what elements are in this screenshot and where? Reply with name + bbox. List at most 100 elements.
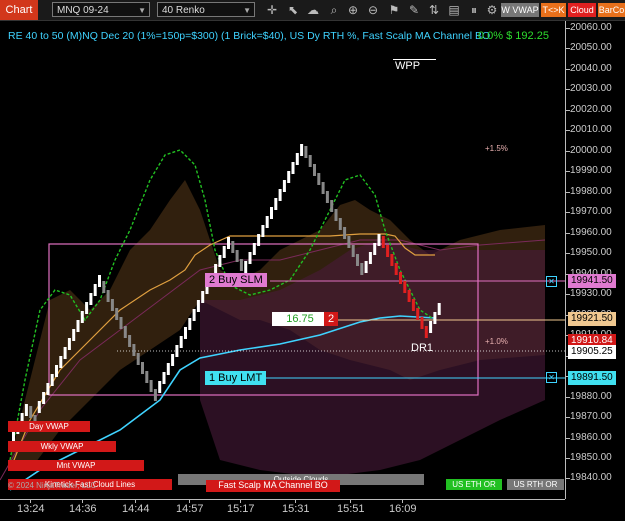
price-tick-label: 19880.00 — [570, 391, 612, 402]
renko-brick — [420, 317, 424, 329]
renko-brick — [59, 356, 63, 368]
renko-brick — [325, 191, 329, 203]
instrument-selector[interactable]: MNQ 09-24 ▼ — [52, 2, 150, 17]
renko-brick — [364, 261, 368, 273]
chart-plot-area[interactable]: RE 40 to 50 (M)NQ Dec 20 (1%=150p=$300) … — [0, 21, 565, 499]
renko-brick — [252, 243, 256, 255]
strategy-icon[interactable]: ⚑ — [386, 2, 402, 18]
renko-brick — [63, 347, 67, 359]
renko-brick — [360, 263, 364, 275]
renko-brick — [261, 225, 265, 237]
price-tick-label: 19870.00 — [570, 411, 612, 422]
time-tick-label: 14:57 — [176, 503, 204, 515]
renko-brick — [403, 281, 407, 293]
renko-brick — [330, 200, 334, 212]
renko-brick — [188, 318, 192, 330]
tk-button[interactable]: T<>K — [541, 3, 566, 17]
renko-brick — [158, 381, 162, 393]
buy-slm-order[interactable]: 2 Buy SLM — [205, 273, 267, 287]
price-marker-label: 19941.50 — [568, 274, 616, 288]
buy-lmt-order[interactable]: 1 Buy LMT — [205, 371, 267, 385]
renko-brick — [184, 327, 187, 339]
renko-brick — [106, 290, 110, 302]
time-tick-label: 15:51 — [337, 503, 365, 515]
price-tick-label: 19970.00 — [570, 206, 612, 217]
renko-brick — [291, 162, 295, 174]
chart-toolbar: Chart MNQ 09-24 ▼ 40 Renko ▼ ✛ ⬉ ☁ ⌕ ⊕ ⊖ ⚑… — [0, 0, 625, 21]
price-tick-label: 19840.00 — [570, 472, 612, 483]
copyright-text: © 2024 NinjaTrader, LLC — [8, 481, 97, 490]
mnt-vwap-bar: Mnt VWAP — [8, 460, 144, 471]
price-tick-label: 20020.00 — [570, 104, 612, 115]
renko-brick — [145, 371, 149, 383]
renko-brick — [218, 255, 222, 267]
pct-lower-label: +1.0% — [485, 337, 508, 346]
renko-brick — [80, 311, 84, 323]
renko-brick — [265, 216, 269, 228]
renko-brick — [179, 336, 183, 348]
us-eth-or-bar: US ETH OR — [446, 479, 502, 490]
renko-brick — [433, 312, 437, 324]
renko-brick — [278, 189, 282, 201]
renko-brick — [235, 250, 239, 262]
barco-button[interactable]: BarCo — [598, 3, 625, 17]
drawing-tools-icon[interactable]: ✎ — [406, 2, 422, 18]
time-tick-label: 14:36 — [69, 503, 97, 515]
wkly-vwap-bar: Wkly VWAP — [8, 441, 116, 452]
close-order-icon[interactable]: ✕ — [546, 372, 557, 383]
renko-brick — [89, 293, 93, 305]
renko-brick — [67, 338, 71, 350]
renko-brick — [270, 207, 273, 219]
renko-brick — [308, 155, 312, 167]
price-tick-label: 20060.00 — [570, 22, 612, 33]
price-tick-label: 20050.00 — [570, 42, 612, 53]
crosshair-icon[interactable]: ✛ — [264, 2, 280, 18]
renko-brick — [162, 372, 166, 384]
price-tick-label: 20040.00 — [570, 63, 612, 74]
pause-icon[interactable]: ⏸ — [466, 2, 482, 18]
renko-brick — [313, 164, 316, 176]
renko-brick — [429, 321, 433, 333]
zoom-in-icon[interactable]: ⊕ — [345, 2, 361, 18]
close-order-icon[interactable]: ✕ — [546, 276, 557, 287]
interval-selector[interactable]: 40 Renko ▼ — [157, 2, 255, 17]
renko-brick — [248, 252, 252, 264]
wpp-label: WPP — [395, 60, 421, 72]
renko-brick — [85, 302, 89, 314]
indicators-icon[interactable]: ⇅ — [426, 2, 442, 18]
cloud-button[interactable]: Cloud — [568, 3, 596, 17]
renko-brick — [93, 284, 97, 296]
interval-value: 40 Renko — [162, 5, 205, 16]
renko-brick — [222, 246, 226, 258]
time-axis[interactable]: 13:24 14:36 14:44 14:57 15:17 15:31 15:51 16:09 — [0, 499, 565, 521]
renko-brick — [110, 299, 114, 311]
price-tick-label: 19850.00 — [570, 452, 612, 463]
renko-brick — [128, 335, 132, 347]
chart-title: RE 40 to 50 (M)NQ Dec 20 (1%=150p=$300) … — [8, 30, 491, 42]
renko-brick — [399, 272, 402, 284]
renko-brick — [115, 308, 119, 320]
cursor-icon[interactable]: ⬉ — [285, 2, 301, 18]
chart-tab[interactable]: Chart — [0, 0, 38, 20]
settings-icon[interactable]: ⚙ — [484, 2, 500, 18]
vwap-button[interactable]: W VWAP — [501, 3, 539, 17]
data-box-icon[interactable]: ▤ — [446, 2, 462, 18]
renko-brick — [411, 299, 415, 311]
order-qty-box[interactable]: 2 — [324, 312, 339, 326]
dr1-label: DR1 — [411, 342, 434, 354]
renko-brick — [295, 153, 299, 165]
renko-brick — [42, 392, 46, 404]
renko-brick — [437, 303, 441, 315]
renko-brick — [132, 344, 136, 356]
price-marker-label: 19921.50 — [568, 312, 616, 326]
zoom-out-icon[interactable]: ⊖ — [365, 2, 381, 18]
magnify-icon[interactable]: ⌕ — [326, 2, 342, 18]
price-axis[interactable]: 20060.00 20050.00 20040.00 20030.00 20020.00… — [565, 21, 625, 499]
price-tick-label: 20030.00 — [570, 83, 612, 94]
cloud-up-icon[interactable]: ☁ — [305, 2, 321, 18]
time-tick-label: 15:17 — [227, 503, 255, 515]
renko-brick — [102, 281, 106, 293]
price-marker-label: 19891.50 — [568, 371, 616, 385]
renko-brick — [192, 309, 196, 321]
order-price-box[interactable]: 16.75 — [272, 312, 328, 326]
